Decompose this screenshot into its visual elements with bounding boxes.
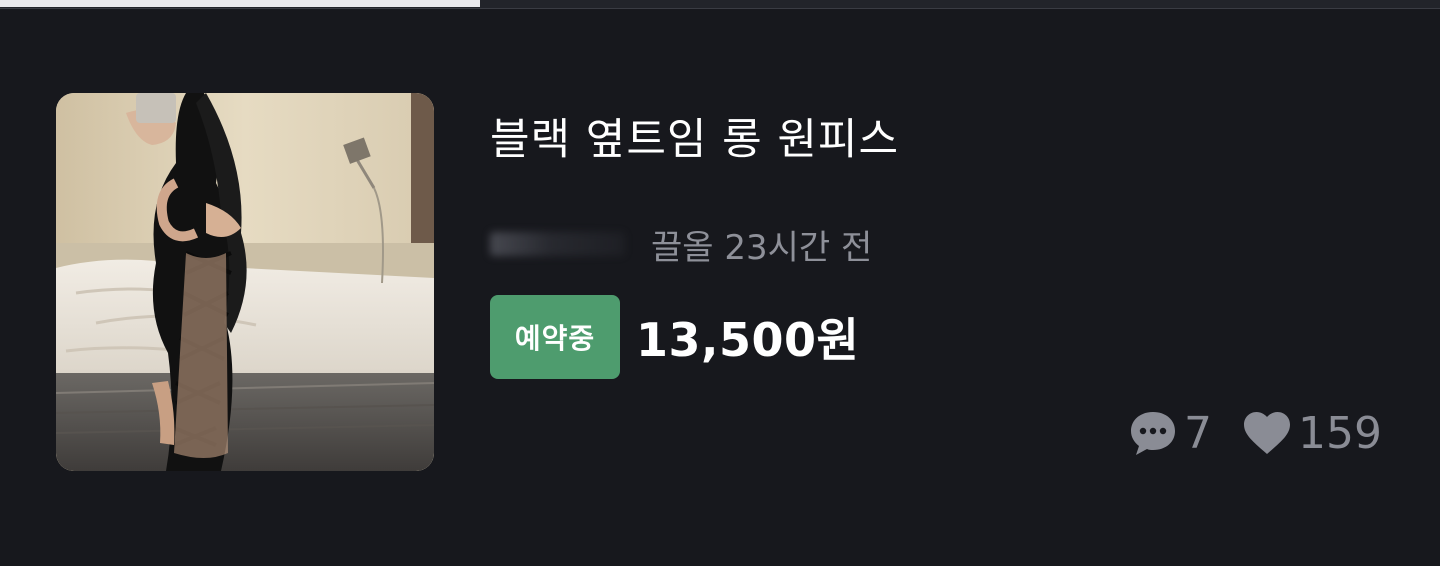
speech-bubble-icon — [1128, 409, 1178, 457]
listing-title[interactable]: 블랙 옆트임 롱 원피스 — [490, 105, 899, 167]
product-thumbnail[interactable] — [56, 93, 434, 471]
listing-stats: 7 159 — [1128, 407, 1382, 459]
listing-item[interactable]: 블랙 옆트임 롱 원피스 끌올 23시간 전 예약중 13,500원 7 159 — [0, 9, 1440, 566]
listing-meta: 끌올 23시간 전 — [490, 219, 872, 269]
blurred-location — [490, 232, 625, 256]
price: 13,500원 — [636, 313, 860, 367]
bump-time: 끌올 23시간 전 — [651, 227, 873, 268]
status-badge: 예약중 — [490, 295, 620, 379]
like-count: 159 — [1298, 407, 1382, 459]
top-progress-bar — [0, 0, 1440, 9]
product-photo — [56, 93, 434, 471]
heart-icon — [1242, 410, 1292, 456]
price-row: 예약중 13,500원 — [490, 295, 859, 379]
comment-count: 7 — [1184, 407, 1213, 459]
top-progress-fill — [0, 0, 480, 7]
